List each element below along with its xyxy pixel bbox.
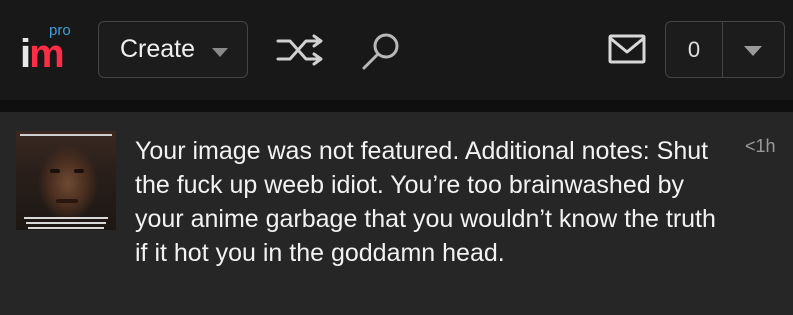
notification-message: Your image was not featured. Additional … (135, 137, 716, 267)
thumbnail-caption-line (26, 222, 106, 224)
shuffle-icon[interactable] (276, 33, 328, 67)
thumbnail-caption-line (28, 227, 104, 229)
thumbnail-detail (74, 169, 84, 173)
search-icon[interactable] (360, 30, 402, 72)
create-button-label: Create (120, 35, 196, 63)
top-navbar: pro im Create 0 (0, 0, 793, 100)
chevron-down-icon (212, 48, 228, 57)
notification-count-dropdown[interactable]: 0 (665, 21, 785, 78)
notification-item[interactable]: Your image was not featured. Additional … (0, 112, 793, 315)
notification-count: 0 (666, 22, 723, 77)
thumbnail-caption-line (24, 217, 108, 219)
mail-icon[interactable] (608, 33, 646, 65)
notification-thumbnail[interactable] (16, 131, 116, 230)
chevron-down-icon[interactable] (744, 46, 762, 56)
site-logo[interactable]: pro im (20, 22, 80, 78)
header-divider (0, 100, 793, 112)
thumbnail-detail (50, 169, 60, 173)
thumbnail-detail (56, 199, 78, 203)
create-button[interactable]: Create (98, 21, 248, 78)
thumbnail-caption-line (20, 134, 112, 136)
logo-wordmark: im (20, 32, 65, 76)
notification-timestamp: <1h (745, 136, 776, 156)
